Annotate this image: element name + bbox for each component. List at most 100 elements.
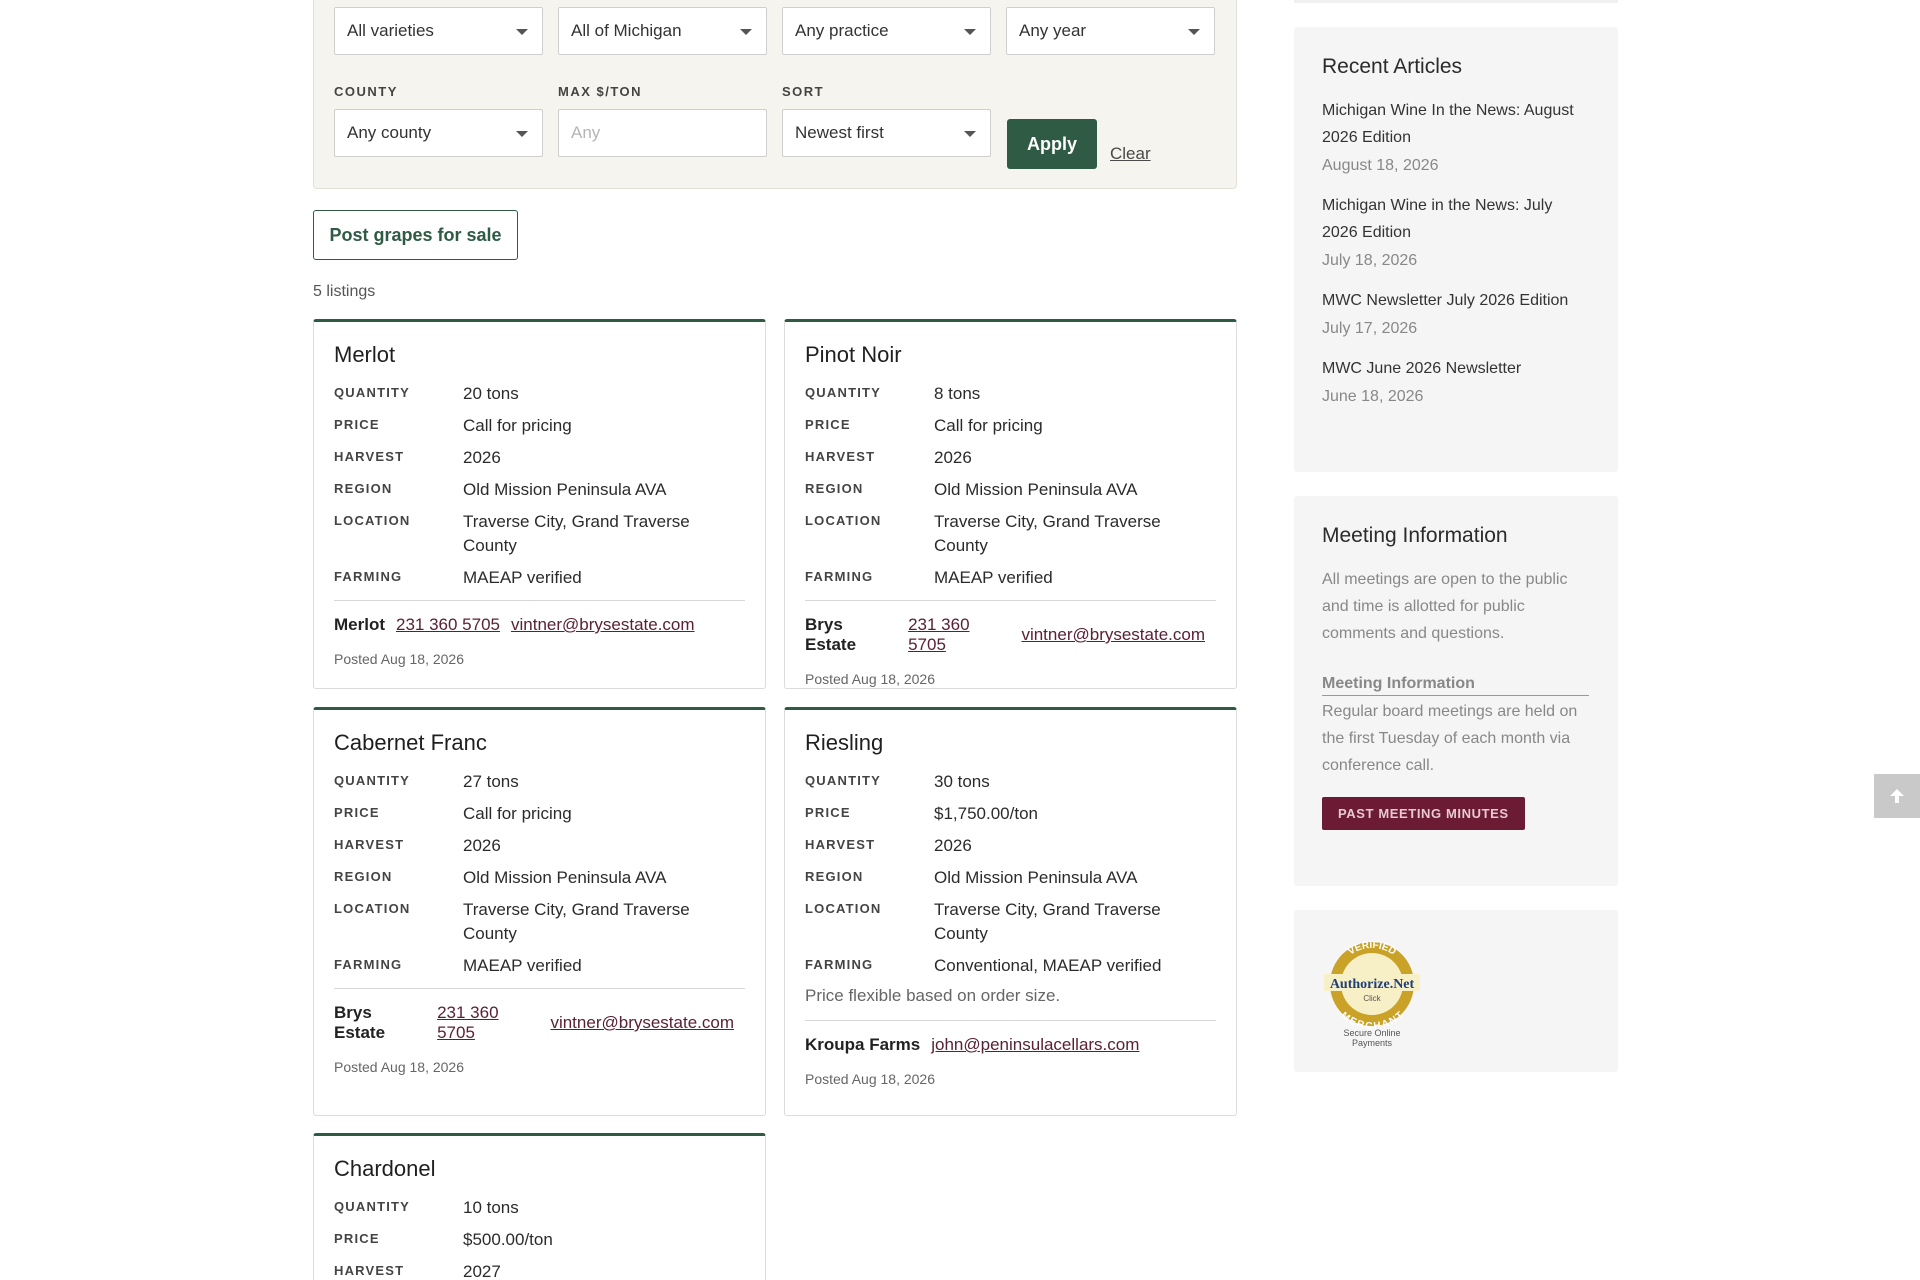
listing-card-cabernet-franc: Cabernet Franc QUANTITY 27 tons PRICE Call… — [313, 707, 766, 1116]
phone-link[interactable]: 231 360 5705 — [437, 1003, 539, 1043]
article-date: June 18, 2026 — [1322, 388, 1424, 405]
field-label: PRICE — [805, 805, 851, 820]
clear-link[interactable]: Clear — [1110, 144, 1151, 164]
caret-down-icon — [516, 29, 528, 35]
year-select-value: Any year — [1019, 21, 1087, 40]
meeting-title: Meeting Information — [1322, 524, 1508, 547]
quantity-row: QUANTITY 10 tons — [334, 1196, 745, 1220]
price-row: PRICE Call for pricing — [334, 802, 745, 826]
article-link[interactable]: MWC June 2026 Newsletter — [1322, 355, 1590, 382]
field-label: HARVEST — [805, 837, 876, 852]
arrow-up-icon — [1890, 789, 1904, 803]
farming-row: FARMING MAEAP verified — [334, 566, 745, 590]
article-date: July 17, 2026 — [1322, 320, 1418, 337]
farming-value: Conventional, MAEAP verified — [934, 956, 1162, 975]
harvest-value: 2026 — [934, 836, 972, 855]
field-label: PRICE — [805, 417, 851, 432]
article-link[interactable]: Michigan Wine in the News: July 2026 Edi… — [1322, 192, 1590, 246]
farming-row: FARMING MAEAP verified — [334, 954, 745, 978]
payment-badge-widget: VERIFIED MERCHANT Authorize.Net Click Se… — [1294, 910, 1618, 1072]
field-label: LOCATION — [334, 513, 411, 528]
harvest-value: 2026 — [463, 448, 501, 467]
posted-date: Posted Aug 18, 2026 — [334, 1059, 464, 1075]
year-select[interactable]: Any year — [1006, 7, 1215, 55]
price-value: $1,750.00/ton — [934, 804, 1038, 823]
field-label: LOCATION — [805, 513, 882, 528]
email-link[interactable]: vintner@brysestate.com — [1021, 625, 1205, 645]
farming-row: FARMING Conventional, MAEAP verified — [805, 954, 1216, 978]
listing-card-chardonel: Chardonel QUANTITY 10 tons PRICE $500.00/t… — [313, 1133, 766, 1280]
harvest-row: HARVEST 2026 — [805, 834, 1216, 858]
price-value: Call for pricing — [463, 804, 572, 823]
seller-name: Brys Estate — [805, 615, 857, 654]
field-label: PRICE — [334, 417, 380, 432]
region-select-value: All of Michigan — [571, 21, 682, 40]
region-value: Old Mission Peninsula AVA — [463, 480, 667, 499]
farming-value: MAEAP verified — [463, 956, 582, 975]
quantity-value: 10 tons — [463, 1198, 519, 1217]
field-label: HARVEST — [334, 1263, 405, 1278]
farming-value: MAEAP verified — [463, 568, 582, 587]
contact-row: Brys Estate 231 360 5705 vintner@brysest… — [334, 1003, 745, 1043]
county-select[interactable]: Any county — [334, 109, 543, 157]
article-link[interactable]: Michigan Wine In the News: August 2026 E… — [1322, 97, 1590, 151]
email-link[interactable]: john@peninsulacellars.com — [931, 1035, 1139, 1055]
authorize-net-badge-icon[interactable]: VERIFIED MERCHANT Authorize.Net Click Se… — [1322, 938, 1422, 1048]
price-row: PRICE Call for pricing — [334, 414, 745, 438]
price-row: PRICE $1,750.00/ton — [805, 802, 1216, 826]
phone-link[interactable]: 231 360 5705 — [908, 615, 1010, 655]
field-label: QUANTITY — [805, 385, 882, 400]
quantity-row: QUANTITY 30 tons — [805, 770, 1216, 794]
email-link[interactable]: vintner@brysestate.com — [511, 615, 695, 635]
recent-articles-widget: Recent Articles Michigan Wine In the New… — [1294, 27, 1618, 472]
scroll-to-top-button[interactable] — [1874, 774, 1920, 818]
harvest-value: 2026 — [463, 836, 501, 855]
field-label: FARMING — [334, 957, 403, 972]
farming-value: MAEAP verified — [934, 568, 1053, 587]
meeting-detail: Regular board meetings are held on the f… — [1322, 703, 1578, 774]
sort-select[interactable]: Newest first — [782, 109, 991, 157]
past-meeting-minutes-button[interactable]: PAST MEETING MINUTES — [1322, 797, 1525, 830]
max-price-input[interactable]: Any — [558, 109, 767, 157]
caret-down-icon — [964, 131, 976, 137]
apply-button[interactable]: Apply — [1007, 119, 1097, 169]
price-row: PRICE Call for pricing — [805, 414, 1216, 438]
harvest-value: 2026 — [934, 448, 972, 467]
listing-count: 5 listings — [313, 283, 376, 300]
field-label: HARVEST — [334, 449, 405, 464]
region-row: REGION Old Mission Peninsula AVA — [805, 866, 1216, 890]
caret-down-icon — [1188, 29, 1200, 35]
email-link[interactable]: vintner@brysestate.com — [550, 1013, 734, 1033]
region-select[interactable]: All of Michigan — [558, 7, 767, 55]
location-row: LOCATION Traverse City, Grand Traverse Co… — [805, 510, 1216, 558]
field-label: HARVEST — [334, 837, 405, 852]
max-price-placeholder: Any — [571, 123, 601, 142]
price-value: Call for pricing — [463, 416, 572, 435]
practice-select-value: Any practice — [795, 21, 889, 40]
quantity-row: QUANTITY 8 tons — [805, 382, 1216, 406]
seller-name: Kroupa Farms — [805, 1035, 921, 1054]
listing-card-pinot-noir: Pinot Noir QUANTITY 8 tons PRICE Call for … — [784, 319, 1237, 689]
region-row: REGION Old Mission Peninsula AVA — [334, 866, 745, 890]
sort-label: SORT — [782, 84, 825, 99]
location-value: Traverse City, Grand Traverse County — [934, 900, 1161, 943]
caret-down-icon — [964, 29, 976, 35]
seller-name: Merlot — [334, 615, 385, 634]
phone-link[interactable]: 231 360 5705 — [396, 615, 500, 635]
badge-brand: Authorize.Net — [1330, 977, 1415, 992]
posted-date: Posted Aug 18, 2026 — [334, 651, 464, 667]
field-label: LOCATION — [334, 901, 411, 916]
article-link[interactable]: MWC Newsletter July 2026 Edition — [1322, 287, 1590, 314]
field-label: PRICE — [334, 1231, 380, 1246]
location-value: Traverse City, Grand Traverse County — [463, 512, 690, 555]
field-label: REGION — [805, 481, 864, 496]
practice-select[interactable]: Any practice — [782, 7, 991, 55]
variety-select[interactable]: All varieties — [334, 7, 543, 55]
divider — [805, 600, 1216, 601]
contact-row: Merlot 231 360 5705 vintner@brysestate.c… — [334, 615, 745, 635]
divider — [334, 600, 745, 601]
listing-title: Chardonel — [334, 1156, 436, 1181]
post-grapes-button[interactable]: Post grapes for sale — [313, 210, 518, 260]
listing-note: Price flexible based on order size. — [805, 986, 1061, 1005]
posted-date: Posted Aug 18, 2026 — [805, 1071, 935, 1087]
